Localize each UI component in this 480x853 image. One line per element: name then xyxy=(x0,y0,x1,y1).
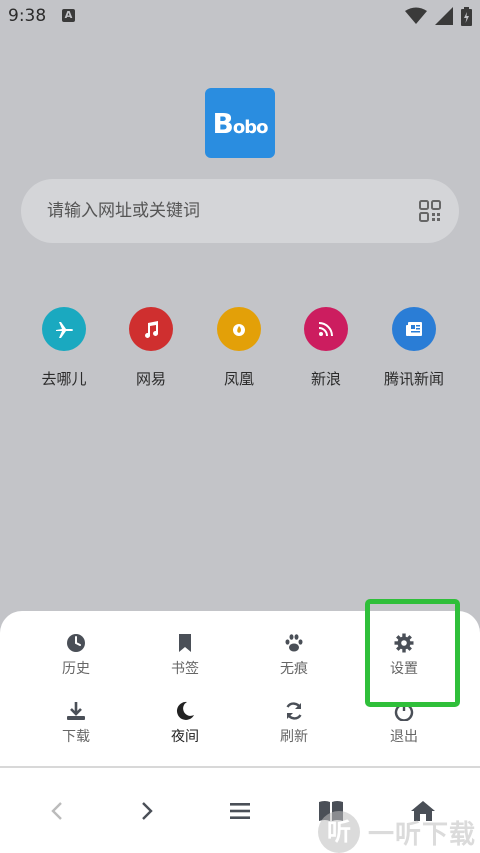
chevron-left-icon xyxy=(51,802,62,820)
moon-icon xyxy=(174,700,196,722)
fire-icon xyxy=(217,307,261,351)
shortcut-sina[interactable]: 新浪 xyxy=(281,307,371,389)
watermark: 听 一听下载 xyxy=(318,811,477,853)
menu-label: 历史 xyxy=(62,661,90,677)
rss-icon xyxy=(304,307,348,351)
status-time: 9:38 xyxy=(8,6,47,26)
shortcut-label: 腾讯新闻 xyxy=(383,370,444,388)
settings-highlight-box xyxy=(365,599,460,707)
search-input[interactable] xyxy=(47,198,407,224)
menu-incognito-button[interactable]: 无痕 xyxy=(244,632,344,678)
shortcut-label: 去哪儿 xyxy=(41,370,87,388)
menu-label: 无痕 xyxy=(280,661,308,677)
menu-refresh-button[interactable]: 刷新 xyxy=(244,700,344,746)
back-button[interactable] xyxy=(42,796,72,826)
menu-label: 刷新 xyxy=(280,729,308,745)
menu-history-button[interactable]: 历史 xyxy=(26,632,126,678)
download-icon xyxy=(65,700,87,722)
wifi-icon xyxy=(405,7,427,24)
shortcut-qunar[interactable]: 去哪儿 xyxy=(19,307,109,389)
menu-label: 书签 xyxy=(171,661,199,677)
clock-icon xyxy=(65,632,87,654)
menu-label: 下载 xyxy=(62,729,90,745)
paw-icon xyxy=(283,632,305,654)
shortcut-label: 凤凰 xyxy=(223,370,254,388)
signal-icon xyxy=(435,7,453,25)
refresh-icon xyxy=(283,700,305,722)
forward-button[interactable] xyxy=(132,796,162,826)
menu-label: 夜间 xyxy=(171,729,199,745)
shortcut-ifeng[interactable]: 凤凰 xyxy=(194,307,284,389)
shortcut-tencent-news[interactable]: 腾讯新闻 xyxy=(369,307,459,389)
bobo-logo: Bobo xyxy=(205,88,275,158)
menu-night-mode-button[interactable]: 夜间 xyxy=(135,700,235,746)
shortcut-label: 新浪 xyxy=(310,370,341,388)
qr-scan-icon[interactable] xyxy=(419,200,441,222)
watermark-text: 一听下载 xyxy=(368,819,477,850)
menu-download-button[interactable]: 下载 xyxy=(26,700,126,746)
menu-bookmarks-button[interactable]: 书签 xyxy=(135,632,235,678)
hamburger-icon xyxy=(230,803,250,819)
newspaper-icon xyxy=(392,307,436,351)
notification-a-icon: A xyxy=(62,9,75,22)
shortcut-netease[interactable]: 网易 xyxy=(106,307,196,389)
shortcut-label: 网易 xyxy=(135,370,166,388)
chevron-right-icon xyxy=(142,802,153,820)
status-icons xyxy=(405,6,472,26)
plane-icon xyxy=(42,307,86,351)
menu-button[interactable] xyxy=(225,796,255,826)
search-bar[interactable] xyxy=(21,179,459,243)
watermark-logo: 听 xyxy=(318,811,360,853)
music-icon xyxy=(129,307,173,351)
battery-icon xyxy=(461,6,472,26)
menu-label: 退出 xyxy=(390,729,418,745)
bookmark-icon xyxy=(174,632,196,654)
status-bar: 9:38 A xyxy=(0,0,480,34)
